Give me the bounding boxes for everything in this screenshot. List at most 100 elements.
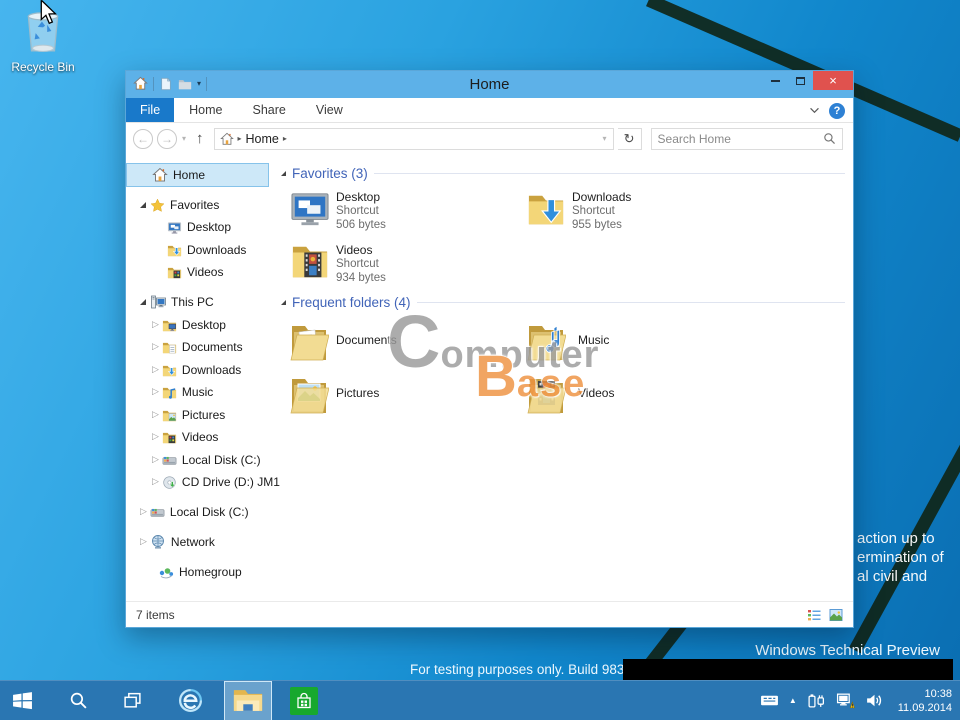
status-bar: 7 items (126, 601, 853, 627)
expander-closed-icon[interactable]: ▷ (152, 410, 159, 420)
volume-icon[interactable] (865, 692, 884, 709)
up-button[interactable]: ↑ (196, 130, 204, 147)
redaction-bar (623, 659, 953, 680)
refresh-button[interactable]: ↻ (617, 127, 642, 150)
minimize-button[interactable] (763, 71, 788, 90)
search-input[interactable]: Search Home (650, 127, 843, 150)
store-tile (290, 686, 318, 715)
breadcrumb-home[interactable]: Home (246, 132, 279, 146)
title-bar[interactable]: ▾ Home × (126, 71, 853, 98)
sidebar-item-pc-cd-drive[interactable]: ▷ CD Drive (D:) JM1 (126, 471, 280, 493)
network-warning-icon[interactable] (836, 692, 855, 709)
recent-locations-chevron-icon[interactable]: ▾ (182, 134, 186, 143)
clock[interactable]: 10:38 11.09.2014 (898, 687, 952, 715)
disk-icon (162, 453, 177, 468)
file-tile-desktop[interactable]: Desktop Shortcut 506 bytes (291, 190, 386, 232)
system-tray: ▲ 10:38 11.09.2014 (760, 687, 960, 715)
ribbon-tab-bar: File Home Share View ? (126, 98, 853, 123)
sidebar-item-this-pc[interactable]: This PC (126, 291, 269, 313)
power-icon[interactable] (807, 692, 826, 709)
expander-closed-icon[interactable]: ▷ (152, 365, 159, 375)
group-rule (416, 302, 845, 303)
breadcrumb-arrow-icon[interactable]: ▸ (238, 134, 242, 143)
expander-closed-icon[interactable]: ▷ (140, 507, 147, 517)
expander-closed-icon[interactable]: ▷ (152, 432, 159, 442)
folder-desktop-icon (162, 318, 177, 333)
sidebar-item-pc-desktop[interactable]: ▷ Desktop (126, 314, 269, 336)
back-button[interactable]: ← (133, 128, 153, 149)
internet-explorer-icon (177, 687, 204, 714)
sidebar-item-favorites[interactable]: Favorites (126, 194, 269, 216)
search-icon (69, 691, 88, 710)
expander-closed-icon[interactable]: ▷ (152, 320, 159, 330)
folder-tile-music[interactable]: Music (526, 318, 609, 362)
maximize-button[interactable] (788, 71, 813, 90)
folder-download-icon (162, 363, 177, 378)
file-tile-videos[interactable]: Videos Shortcut 934 bytes (291, 243, 386, 285)
file-explorer-button[interactable] (224, 680, 272, 720)
tab-home[interactable]: Home (174, 98, 237, 122)
sidebar-item-pc-music[interactable]: ▷ Music (126, 381, 269, 403)
disk-icon (150, 505, 165, 520)
task-view-icon (123, 691, 142, 710)
expander-closed-icon[interactable]: ▷ (152, 455, 159, 465)
window-title: Home (469, 76, 510, 93)
clock-date: 11.09.2014 (897, 701, 952, 714)
show-hidden-icons-arrow[interactable]: ▲ (789, 696, 797, 705)
folder-tile-documents[interactable]: Documents (289, 318, 397, 362)
maximize-icon (796, 76, 805, 85)
start-button[interactable] (0, 681, 44, 720)
breadcrumb-home-icon[interactable] (220, 132, 234, 146)
sidebar-item-network[interactable]: ▷ Network (126, 531, 269, 553)
store-button[interactable] (282, 681, 326, 720)
sidebar-item-desktop[interactable]: Desktop (126, 216, 269, 238)
tab-file[interactable]: File (126, 98, 175, 122)
sidebar-item-homegroup[interactable]: Homegroup (126, 561, 269, 583)
sidebar-item-pc-local-disk[interactable]: ▷ Local Disk (C:) (126, 449, 269, 471)
forward-button[interactable]: → (157, 128, 177, 149)
tab-share[interactable]: Share (238, 98, 301, 122)
sidebar-item-pc-pictures[interactable]: ▷ Pictures (126, 404, 269, 426)
close-button[interactable]: × (813, 71, 853, 90)
address-dropdown-chevron-icon[interactable]: ▾ (603, 134, 607, 143)
search-button[interactable] (56, 681, 100, 720)
sidebar-item-local-disk[interactable]: ▷ Local Disk (C:) (126, 501, 269, 523)
tab-view[interactable]: View (301, 98, 358, 122)
expand-ribbon-chevron-icon[interactable] (809, 107, 820, 114)
touch-keyboard-icon[interactable] (760, 693, 779, 708)
help-icon[interactable]: ? (829, 102, 845, 119)
expander-closed-icon[interactable]: ▷ (140, 537, 147, 547)
desktop: { "desktop": { "recycle_bin": { "label":… (0, 0, 960, 720)
group-header-frequent-folders[interactable]: Frequent folders (4) (281, 295, 845, 310)
navigation-pane: Home Favorites Desktop Downloads Videos (126, 154, 280, 601)
sidebar-item-home[interactable]: Home (126, 163, 269, 187)
sidebar-item-pc-downloads[interactable]: ▷ Downloads (126, 359, 269, 381)
recycle-bin-label: Recycle Bin (11, 60, 75, 74)
details-view-icon[interactable] (807, 608, 821, 622)
breadcrumb-arrow-icon[interactable]: ▸ (283, 134, 287, 143)
thumbnail-view-icon[interactable] (829, 608, 843, 622)
sidebar-item-pc-videos[interactable]: ▷ Videos (126, 426, 269, 448)
group-header-favorites[interactable]: Favorites (3) (281, 166, 845, 181)
group-collapse-icon[interactable] (281, 171, 286, 176)
sidebar-item-downloads[interactable]: Downloads (126, 239, 269, 261)
internet-explorer-button[interactable] (168, 681, 212, 720)
items-count: 7 items (136, 607, 175, 622)
folder-tile-videos[interactable]: Videos (526, 371, 614, 415)
windows-logo-icon (12, 690, 33, 711)
eula-line: ermination of (857, 549, 944, 566)
expander-open-icon[interactable] (140, 202, 146, 208)
expander-closed-icon[interactable]: ▷ (152, 477, 159, 487)
expander-open-icon[interactable] (140, 299, 146, 305)
group-collapse-icon[interactable] (281, 300, 286, 305)
sidebar-item-videos[interactable]: Videos (126, 261, 269, 283)
task-view-button[interactable] (110, 681, 154, 720)
search-icon[interactable] (823, 132, 836, 145)
sidebar-item-pc-documents[interactable]: ▷ Documents (126, 336, 269, 358)
file-tile-downloads[interactable]: Downloads Shortcut 955 bytes (527, 190, 631, 232)
expander-closed-icon[interactable]: ▷ (152, 387, 159, 397)
folder-tile-pictures[interactable]: Pictures (289, 371, 379, 415)
build-watermark-line2: For testing purposes only. Build 9834. (410, 662, 636, 677)
address-box[interactable]: ▸ Home ▸ ▾ (213, 127, 614, 150)
expander-closed-icon[interactable]: ▷ (152, 342, 159, 352)
